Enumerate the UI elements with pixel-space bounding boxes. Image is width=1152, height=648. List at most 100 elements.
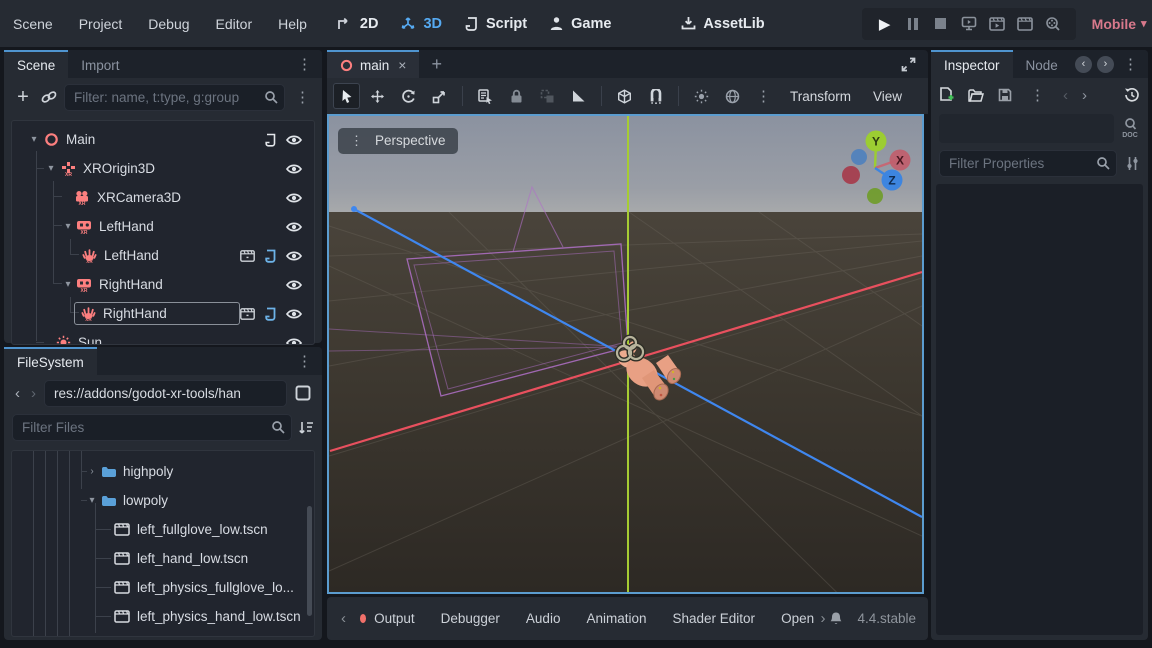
tab-inspector[interactable]: Inspector [931,50,1013,78]
tree-row-righthand-controller[interactable]: ▾ XR RightHand [12,270,314,299]
renderer-dropdown[interactable]: Mobile ▾ [1092,16,1147,32]
file-tree[interactable]: › highpoly ▾ lowpoly left_fullglove_low.… [11,450,315,637]
tree-row-righthand-model[interactable]: XR RightHand [12,299,314,328]
expand-viewport-icon[interactable] [901,57,916,72]
tree-row-xrorigin3d[interactable]: ▾ XR XROrigin3D [12,154,314,183]
tree-row-main[interactable]: ▾ Main [12,125,314,154]
visibility-eye-icon[interactable] [286,163,302,175]
path-input[interactable] [44,380,287,407]
axis-neg-x[interactable] [842,166,860,184]
sort-files-icon[interactable] [298,420,314,435]
visibility-eye-icon[interactable] [286,192,302,204]
lock-selected-button[interactable] [503,83,530,109]
transform-menu[interactable]: Transform [779,89,862,104]
tab-node[interactable]: Node [1013,50,1071,78]
resource-options-icon[interactable]: ⋮ [1026,88,1049,103]
property-tune-icon[interactable] [1125,156,1140,171]
folder-row-lowpoly[interactable]: ▾ lowpoly [12,486,314,515]
collapse-arrow-icon[interactable]: ▾ [62,221,74,232]
save-icon[interactable] [998,88,1012,102]
context-2d-button[interactable]: 2D [326,16,390,32]
snap-toggle-button[interactable] [642,83,669,109]
file-row[interactable]: left_fullglove_low.tscn [12,515,314,544]
notifications-bell-icon[interactable] [829,611,843,626]
doc-search-icon[interactable]: DOC [1120,117,1140,139]
collapse-arrow-icon[interactable]: ▾ [62,279,74,290]
panel-shader-editor[interactable]: Shader Editor [660,611,769,626]
scene-filter-input[interactable] [64,84,285,111]
history-forward-icon[interactable]: › [1082,87,1087,104]
visibility-eye-icon[interactable] [286,279,302,291]
pause-button[interactable] [904,18,922,30]
dock-prev-icon[interactable]: ‹ [1075,56,1092,73]
resource-name-field[interactable] [939,114,1114,143]
stop-button[interactable] [932,18,950,29]
movie-maker-button[interactable] [1044,16,1062,32]
nav-forward-button[interactable]: › [28,385,39,402]
tool-move-button[interactable] [364,83,391,109]
visibility-eye-icon[interactable] [286,308,302,320]
panels-scroll-right-icon[interactable]: › [816,610,829,627]
play-scene-button[interactable] [988,17,1006,31]
perspective-menu[interactable]: ⋮ Perspective [338,128,458,154]
visibility-eye-icon[interactable] [286,337,302,346]
file-row[interactable]: left_physics_fullglove_lo... [12,573,314,602]
preview-environment-button[interactable] [719,83,746,109]
panel-openxr[interactable]: Open [768,611,816,626]
tool-rotate-button[interactable] [395,83,422,109]
group-selected-button[interactable] [534,83,561,109]
visibility-eye-icon[interactable] [286,250,302,262]
tree-row-sun[interactable]: Sun [12,328,314,345]
collapse-arrow-icon[interactable]: ▾ [45,163,57,174]
panel-output[interactable]: Output [366,611,428,626]
tree-row-xrcamera3d[interactable]: XR XRCamera3D [12,183,314,212]
tree-row-lefthand-model[interactable]: XR LeftHand [12,241,314,270]
panel-audio[interactable]: Audio [513,611,574,626]
scene-tree-options-icon[interactable]: ⋮ [291,90,314,105]
context-assetlib-button[interactable]: AssetLib [670,16,775,32]
local-space-button[interactable] [611,83,638,109]
preview-sun-button[interactable] [688,83,715,109]
open-instance-clapper-icon[interactable] [240,308,255,320]
filter-properties-input[interactable] [939,150,1117,177]
ruler-mode-button[interactable] [565,83,592,109]
inspector-dock-menu-icon[interactable]: ⋮ [1119,57,1142,72]
collapse-arrow-icon[interactable]: › [86,466,98,477]
axis-neg-z[interactable] [851,149,867,165]
context-game-button[interactable]: Game [538,16,622,32]
rename-field[interactable]: XR RightHand [74,302,240,325]
scene-dock-menu-icon[interactable]: ⋮ [293,57,316,72]
toggle-split-mode-icon[interactable] [295,385,311,401]
play-button[interactable]: ▶ [876,15,894,33]
tab-main-scene[interactable]: main × [327,50,419,78]
collapse-arrow-icon[interactable]: ▾ [86,495,98,506]
dock-next-icon[interactable]: › [1097,56,1114,73]
scene-tree[interactable]: ▾ Main ▾ [11,120,315,345]
visibility-eye-icon[interactable] [286,221,302,233]
close-icon[interactable]: × [398,57,406,73]
instance-scene-button[interactable] [40,89,58,105]
preview-options-icon[interactable]: ⋮ [750,83,777,109]
tool-scale-button[interactable] [426,83,453,109]
menu-debug[interactable]: Debug [135,16,202,32]
file-row[interactable]: left_hand_low.tscn [12,544,314,573]
open-instance-clapper-icon[interactable] [240,250,255,262]
tab-scene[interactable]: Scene [4,50,68,78]
tool-list-select-button[interactable] [472,83,499,109]
panel-animation[interactable]: Animation [573,611,659,626]
history-icon[interactable] [1124,87,1140,103]
tree-row-lefthand-controller[interactable]: ▾ XR LeftHand [12,212,314,241]
load-resource-folder-icon[interactable] [968,89,984,102]
remote-debug-button[interactable] [960,16,978,31]
3d-viewport[interactable]: Y X Z ⋮ Perspective [327,114,924,594]
folder-row-highpoly[interactable]: › highpoly [12,457,314,486]
script-icon[interactable] [264,133,277,147]
file-row[interactable]: left_physics_hand_low.tscn [12,602,314,631]
visibility-eye-icon[interactable] [286,134,302,146]
script-icon[interactable] [264,249,277,263]
view-menu[interactable]: View [862,89,913,104]
context-3d-button[interactable]: 3D [389,16,453,32]
filter-files-input[interactable] [12,414,292,441]
context-script-button[interactable]: Script [453,16,538,32]
tab-import[interactable]: Import [68,50,132,78]
